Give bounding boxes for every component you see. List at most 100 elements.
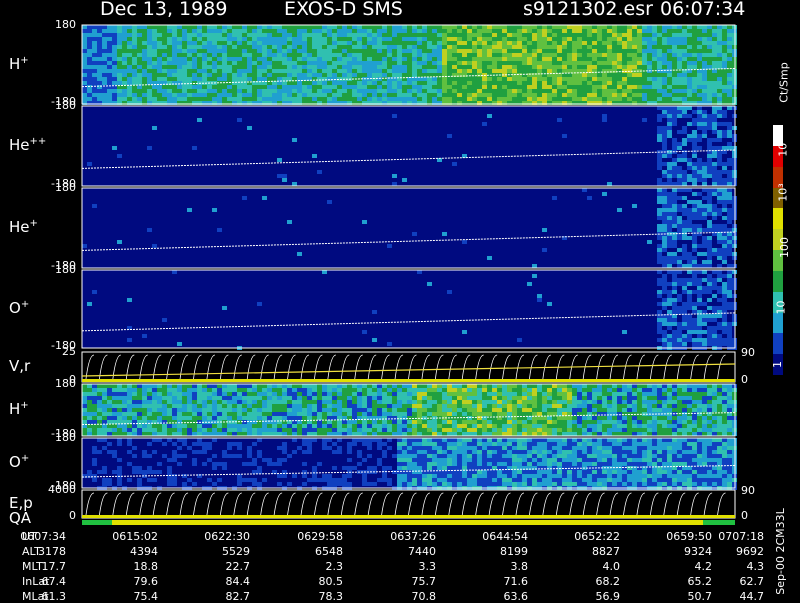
spectrogram-cell (257, 89, 262, 93)
spectrogram-cell (597, 73, 602, 77)
spectrogram-cell (412, 408, 417, 412)
spectrogram-cell (587, 97, 592, 101)
spectrogram-cell (662, 200, 667, 204)
spectrogram-cell (267, 69, 272, 73)
spectrogram-cell (262, 396, 267, 400)
spectrogram-cell (472, 408, 477, 412)
spectrogram-cell (307, 432, 312, 436)
spectrogram-cell (197, 412, 202, 416)
spectrogram-cell (622, 33, 627, 37)
spectrogram-cell (112, 37, 117, 41)
spectrogram-cell (507, 432, 512, 436)
spectrogram-cell (662, 342, 667, 346)
spectrogram-cell (692, 150, 697, 154)
spectrogram-cell (242, 388, 247, 392)
spectrogram-cell (467, 416, 472, 420)
spectrogram-cell (117, 89, 122, 93)
spectrogram-cell (452, 65, 457, 69)
spectrogram-cell (117, 396, 122, 400)
spectrogram-cell (467, 89, 472, 93)
spectrogram-cell (717, 57, 722, 61)
spectrogram-cell (542, 428, 547, 432)
spectrogram-cell (322, 89, 327, 93)
spectrogram-cell (702, 322, 707, 326)
spectrogram-cell (562, 428, 567, 432)
spectrogram-cell (707, 306, 712, 310)
spectrogram-cell (122, 65, 127, 69)
spectrogram-cell (457, 412, 462, 416)
spectrogram-cell (667, 396, 672, 400)
spectrogram-cell (727, 228, 732, 232)
spectrogram-cell (437, 25, 442, 29)
spectrogram-cell (232, 65, 237, 69)
spectrogram-cell (217, 97, 222, 101)
spectrogram-cell (352, 81, 357, 85)
spectrogram-cell (547, 392, 552, 396)
spectrogram-cell (482, 57, 487, 61)
spectrogram-cell (537, 69, 542, 73)
spectrogram-cell (612, 408, 617, 412)
spectrogram-cell (692, 41, 697, 45)
spectrogram-cell (627, 384, 632, 388)
spectrogram-cell (227, 424, 232, 428)
spectrogram-cell (392, 69, 397, 73)
spectrogram-cell (662, 416, 667, 420)
spectrogram-cell (697, 178, 702, 182)
spectrogram-cell (417, 412, 422, 416)
spectrogram-cell (682, 178, 687, 182)
spectrogram-cell (337, 33, 342, 37)
spectrogram-cell (232, 29, 237, 33)
spectrogram-cell (272, 89, 277, 93)
spectrogram-cell (127, 93, 132, 97)
spectrogram-cell (662, 89, 667, 93)
spectrogram-cell (372, 33, 377, 37)
spectrogram-cell (692, 200, 697, 204)
spectrogram-cell (592, 37, 597, 41)
spectrogram-cell (717, 200, 722, 204)
spectrogram-cell (637, 81, 642, 85)
spectrogram-cell (582, 432, 587, 436)
spectrogram-cell (612, 404, 617, 408)
spectrogram-cell (207, 392, 212, 396)
spectrogram-cell (637, 93, 642, 97)
spectrogram-cell (282, 424, 287, 428)
spectrogram-cell (212, 41, 217, 45)
spectrogram-cell (392, 420, 397, 424)
spectrogram-cell (707, 286, 712, 290)
spectrogram-cell (707, 57, 712, 61)
spectrogram-cell (232, 93, 237, 97)
spectrogram-cell (197, 118, 202, 122)
spectrogram-cell (407, 45, 412, 49)
spectrogram-cell (662, 146, 667, 150)
spectrogram-cell (447, 49, 452, 53)
spectrogram-cell (302, 33, 307, 37)
spectrogram-cell (397, 69, 402, 73)
spectrogram-cell (467, 404, 472, 408)
spectrogram-cell (427, 73, 432, 77)
spectrogram-cell (417, 73, 422, 77)
spectrogram-cell (222, 400, 227, 404)
spectrogram-cell (112, 81, 117, 85)
spectrogram-cell (652, 432, 657, 436)
spectrogram-cell (727, 57, 732, 61)
spectrogram-cell (402, 400, 407, 404)
spectrogram-cell (657, 212, 662, 216)
spectrogram-cell (182, 400, 187, 404)
spectrogram-cell (492, 428, 497, 432)
spectrogram-cell (157, 404, 162, 408)
spectrogram-cell (507, 93, 512, 97)
spectrogram-cell (342, 25, 347, 29)
spectrogram-cell (82, 384, 87, 388)
spectrogram-cell (362, 41, 367, 45)
spectrogram-cell (462, 45, 467, 49)
spectrogram-cell (282, 392, 287, 396)
spectrogram-cell (392, 65, 397, 69)
spectrogram-cell (352, 49, 357, 53)
spectrogram-cell (292, 73, 297, 77)
spectrogram-cell (162, 318, 167, 322)
spectrogram-cell (427, 400, 432, 404)
spectrogram-cell (687, 322, 692, 326)
spectrogram-cell (157, 428, 162, 432)
spectrogram-cell (617, 208, 622, 212)
spectrogram-cell (722, 188, 727, 192)
